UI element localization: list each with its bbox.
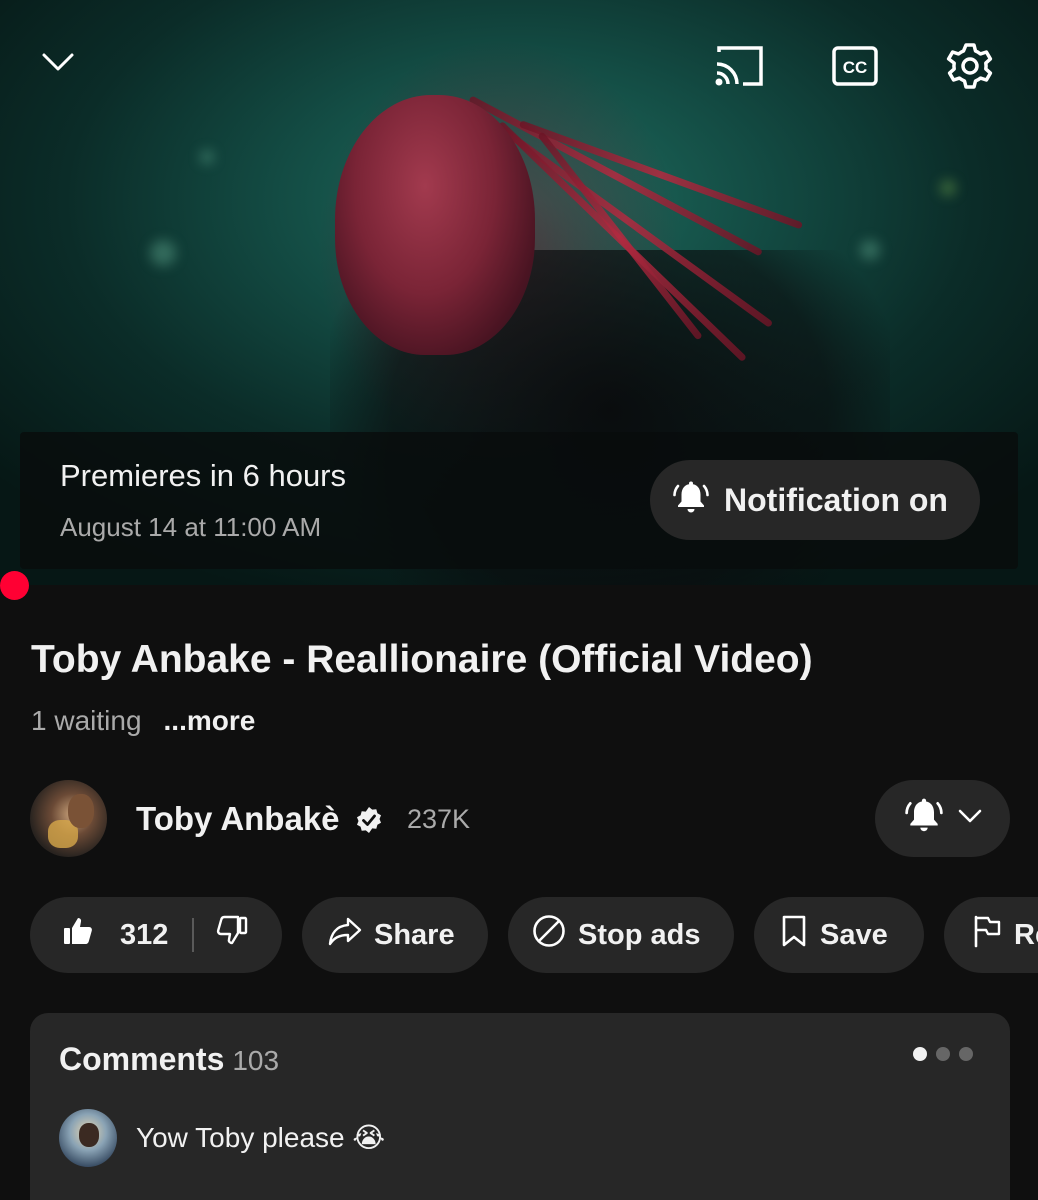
share-button[interactable]: Share [302,897,488,973]
notification-on-button[interactable]: Notification on [650,460,980,540]
stop-ads-label: Stop ads [578,918,701,951]
channel-row: Toby Anbakè 237K [30,780,1010,860]
flag-icon [972,914,1002,956]
like-dislike-group: 312 [30,897,282,973]
save-label: Save [820,918,888,951]
report-button[interactable]: Re [944,897,1038,973]
avatar-detail [79,1123,99,1147]
top-comment-text: Yow Toby please 😭 [136,1122,386,1153]
chevron-down-icon [958,809,982,828]
pager-dot-active [913,1047,927,1061]
thumbs-up-icon[interactable] [62,915,94,955]
commenter-avatar [59,1109,117,1167]
comments-title: Comments [59,1041,225,1077]
thumbs-down-icon[interactable] [216,915,248,955]
action-bar: 312 Share Stop ads Save R [30,897,1038,973]
video-meta[interactable]: 1 waiting ...more [31,705,255,737]
stop-ads-button[interactable]: Stop ads [508,897,734,973]
waiting-count: 1 waiting [31,705,142,736]
notification-label: Notification on [724,481,948,518]
video-frame-face [335,95,535,355]
verified-badge-icon [355,806,383,839]
background-bokeh [200,150,214,164]
comments-pager [913,1047,973,1061]
background-bokeh [940,180,956,196]
avatar-detail [68,794,94,828]
closed-captions-icon[interactable]: CC [830,44,880,88]
like-divider [192,918,195,952]
report-label: Re [1014,918,1038,951]
subscription-bell-button[interactable] [875,780,1010,857]
channel-name[interactable]: Toby Anbakè [136,800,340,838]
bell-ringing-icon [904,796,944,841]
comments-header: Comments 103 [59,1041,279,1078]
bell-ringing-icon [672,479,710,522]
captions-label: CC [843,58,868,77]
chevron-down-icon[interactable] [36,40,80,84]
block-icon [532,914,566,956]
premiere-date: August 14 at 11:00 AM [60,512,322,542]
bookmark-icon [780,914,808,956]
progress-scrubber[interactable] [0,571,29,600]
like-count[interactable]: 312 [120,919,168,952]
video-player[interactable]: CC Premieres in 6 hours August 14 at 11:… [0,0,1038,585]
share-icon [328,916,362,954]
video-title[interactable]: Toby Anbake - Reallionaire (Official Vid… [31,638,813,682]
premiere-panel: Premieres in 6 hours August 14 at 11:00 … [20,432,1018,569]
premiere-countdown: Premieres in 6 hours [60,458,347,493]
save-button[interactable]: Save [754,897,924,973]
more-link[interactable]: ...more [164,705,256,737]
pager-dot [959,1047,973,1061]
background-bokeh [150,240,176,266]
gear-icon[interactable] [944,40,996,92]
comments-count: 103 [232,1045,280,1076]
comments-panel[interactable]: Comments 103 Yow Toby please 😭 [30,1013,1010,1200]
subscriber-count: 237K [407,804,471,834]
channel-avatar[interactable] [30,780,107,857]
cast-icon[interactable] [710,42,768,90]
pager-dot [936,1047,950,1061]
share-label: Share [374,918,455,951]
